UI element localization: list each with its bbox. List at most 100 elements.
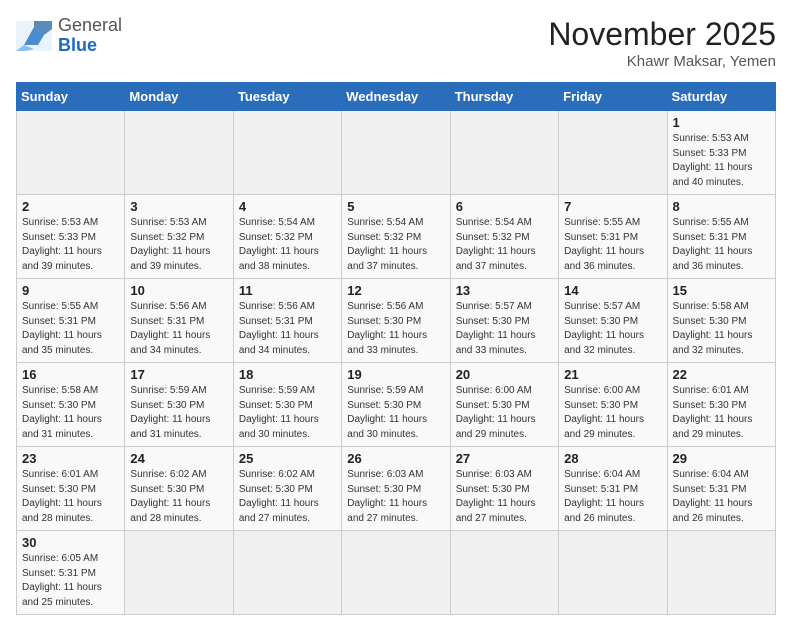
day-number: 12: [347, 283, 444, 298]
day-info: Sunrise: 5:56 AM Sunset: 5:31 PM Dayligh…: [130, 300, 227, 358]
day-number: 29: [673, 451, 770, 466]
day-info: Sunrise: 6:02 AM Sunset: 5:30 PM Dayligh…: [239, 468, 336, 526]
day-number: 24: [130, 451, 227, 466]
calendar-cell: [233, 531, 341, 615]
calendar-cell: 26 Sunrise: 6:03 AM Sunset: 5:30 PM Dayli…: [342, 447, 450, 531]
logo-text: General Blue: [58, 16, 122, 56]
location-subtitle: Khawr Maksar, Yemen: [548, 53, 776, 70]
calendar-cell: [233, 111, 341, 195]
calendar-cell: [125, 531, 233, 615]
calendar-cell: 22 Sunrise: 6:01 AM Sunset: 5:30 PM Dayli…: [667, 363, 775, 447]
calendar-cell: 24 Sunrise: 6:02 AM Sunset: 5:30 PM Dayli…: [125, 447, 233, 531]
calendar-cell: 30 Sunrise: 6:05 AM Sunset: 5:31 PM Dayli…: [17, 531, 125, 615]
day-info: Sunrise: 6:02 AM Sunset: 5:30 PM Dayligh…: [130, 468, 227, 526]
day-info: Sunrise: 6:03 AM Sunset: 5:30 PM Dayligh…: [347, 468, 444, 526]
calendar-week-row: 23 Sunrise: 6:01 AM Sunset: 5:30 PM Dayli…: [17, 447, 776, 531]
calendar-cell: 3Sunrise: 5:53 AM Sunset: 5:32 PM Daylig…: [125, 195, 233, 279]
calendar-cell: 4 Sunrise: 5:54 AM Sunset: 5:32 PM Daylig…: [233, 195, 341, 279]
day-info: Sunrise: 6:01 AM Sunset: 5:30 PM Dayligh…: [673, 384, 770, 442]
day-info: Sunrise: 5:55 AM Sunset: 5:31 PM Dayligh…: [564, 216, 661, 274]
calendar-cell: 6 Sunrise: 5:54 AM Sunset: 5:32 PM Daylig…: [450, 195, 558, 279]
calendar-cell: 1Sunrise: 5:53 AM Sunset: 5:33 PM Daylig…: [667, 111, 775, 195]
day-info: Sunrise: 6:03 AM Sunset: 5:30 PM Dayligh…: [456, 468, 553, 526]
calendar-cell: 11 Sunrise: 5:56 AM Sunset: 5:31 PM Dayli…: [233, 279, 341, 363]
day-info: Sunrise: 6:01 AM Sunset: 5:30 PM Dayligh…: [22, 468, 119, 526]
day-number: 14: [564, 283, 661, 298]
weekday-header: Wednesday: [342, 83, 450, 111]
month-year-title: November 2025: [548, 16, 776, 53]
day-number: 17: [130, 367, 227, 382]
day-number: 23: [22, 451, 119, 466]
day-number: 11: [239, 283, 336, 298]
day-info: Sunrise: 5:56 AM Sunset: 5:30 PM Dayligh…: [347, 300, 444, 358]
day-number: 16: [22, 367, 119, 382]
day-info: Sunrise: 5:54 AM Sunset: 5:32 PM Dayligh…: [456, 216, 553, 274]
calendar-cell: 5Sunrise: 5:54 AM Sunset: 5:32 PM Daylig…: [342, 195, 450, 279]
calendar-cell: 16 Sunrise: 5:58 AM Sunset: 5:30 PM Dayli…: [17, 363, 125, 447]
day-info: Sunrise: 5:55 AM Sunset: 5:31 PM Dayligh…: [22, 300, 119, 358]
calendar-week-row: 30 Sunrise: 6:05 AM Sunset: 5:31 PM Dayli…: [17, 531, 776, 615]
calendar-table: SundayMondayTuesdayWednesdayThursdayFrid…: [16, 82, 776, 615]
day-info: Sunrise: 5:59 AM Sunset: 5:30 PM Dayligh…: [347, 384, 444, 442]
day-number: 13: [456, 283, 553, 298]
day-info: Sunrise: 5:58 AM Sunset: 5:30 PM Dayligh…: [673, 300, 770, 358]
day-info: Sunrise: 5:59 AM Sunset: 5:30 PM Dayligh…: [130, 384, 227, 442]
day-number: 4: [239, 199, 336, 214]
calendar-cell: 12 Sunrise: 5:56 AM Sunset: 5:30 PM Dayli…: [342, 279, 450, 363]
calendar-cell: 9 Sunrise: 5:55 AM Sunset: 5:31 PM Daylig…: [17, 279, 125, 363]
day-number: 18: [239, 367, 336, 382]
calendar-cell: [450, 111, 558, 195]
day-info: Sunrise: 5:58 AM Sunset: 5:30 PM Dayligh…: [22, 384, 119, 442]
day-info: Sunrise: 5:54 AM Sunset: 5:32 PM Dayligh…: [239, 216, 336, 274]
calendar-cell: 25 Sunrise: 6:02 AM Sunset: 5:30 PM Dayli…: [233, 447, 341, 531]
weekday-header: Tuesday: [233, 83, 341, 111]
day-number: 7: [564, 199, 661, 214]
calendar-cell: [125, 111, 233, 195]
calendar-cell: 27Sunrise: 6:03 AM Sunset: 5:30 PM Dayli…: [450, 447, 558, 531]
logo-blue: Blue: [58, 35, 97, 55]
calendar-cell: 18 Sunrise: 5:59 AM Sunset: 5:30 PM Dayli…: [233, 363, 341, 447]
day-info: Sunrise: 5:54 AM Sunset: 5:32 PM Dayligh…: [347, 216, 444, 274]
day-info: Sunrise: 6:05 AM Sunset: 5:31 PM Dayligh…: [22, 552, 119, 610]
logo-icon: [16, 21, 52, 51]
day-info: Sunrise: 5:55 AM Sunset: 5:31 PM Dayligh…: [673, 216, 770, 274]
calendar-week-row: 9 Sunrise: 5:55 AM Sunset: 5:31 PM Daylig…: [17, 279, 776, 363]
weekday-header: Friday: [559, 83, 667, 111]
calendar-cell: 23 Sunrise: 6:01 AM Sunset: 5:30 PM Dayli…: [17, 447, 125, 531]
calendar-cell: 13 Sunrise: 5:57 AM Sunset: 5:30 PM Dayli…: [450, 279, 558, 363]
day-number: 10: [130, 283, 227, 298]
calendar-cell: 21Sunrise: 6:00 AM Sunset: 5:30 PM Dayli…: [559, 363, 667, 447]
calendar-cell: 19 Sunrise: 5:59 AM Sunset: 5:30 PM Dayli…: [342, 363, 450, 447]
day-number: 2: [22, 199, 119, 214]
page-header: General Blue November 2025 Khawr Maksar,…: [16, 16, 776, 70]
day-number: 8: [673, 199, 770, 214]
weekday-header: Monday: [125, 83, 233, 111]
day-info: Sunrise: 6:00 AM Sunset: 5:30 PM Dayligh…: [456, 384, 553, 442]
day-number: 26: [347, 451, 444, 466]
day-number: 6: [456, 199, 553, 214]
day-number: 19: [347, 367, 444, 382]
day-number: 30: [22, 535, 119, 550]
day-info: Sunrise: 6:04 AM Sunset: 5:31 PM Dayligh…: [564, 468, 661, 526]
logo: General Blue: [16, 16, 122, 56]
logo-general: General: [58, 15, 122, 35]
calendar-cell: 15 Sunrise: 5:58 AM Sunset: 5:30 PM Dayli…: [667, 279, 775, 363]
calendar-cell: 7 Sunrise: 5:55 AM Sunset: 5:31 PM Daylig…: [559, 195, 667, 279]
calendar-cell: [559, 531, 667, 615]
day-info: Sunrise: 5:59 AM Sunset: 5:30 PM Dayligh…: [239, 384, 336, 442]
day-number: 25: [239, 451, 336, 466]
day-number: 22: [673, 367, 770, 382]
day-info: Sunrise: 5:56 AM Sunset: 5:31 PM Dayligh…: [239, 300, 336, 358]
day-number: 20: [456, 367, 553, 382]
day-number: 9: [22, 283, 119, 298]
day-number: 21: [564, 367, 661, 382]
day-number: 3: [130, 199, 227, 214]
calendar-cell: 17 Sunrise: 5:59 AM Sunset: 5:30 PM Dayli…: [125, 363, 233, 447]
calendar-cell: 14Sunrise: 5:57 AM Sunset: 5:30 PM Dayli…: [559, 279, 667, 363]
calendar-cell: 8 Sunrise: 5:55 AM Sunset: 5:31 PM Daylig…: [667, 195, 775, 279]
calendar-cell: 10 Sunrise: 5:56 AM Sunset: 5:31 PM Dayli…: [125, 279, 233, 363]
calendar-cell: [450, 531, 558, 615]
calendar-cell: [559, 111, 667, 195]
day-number: 15: [673, 283, 770, 298]
day-info: Sunrise: 5:57 AM Sunset: 5:30 PM Dayligh…: [456, 300, 553, 358]
